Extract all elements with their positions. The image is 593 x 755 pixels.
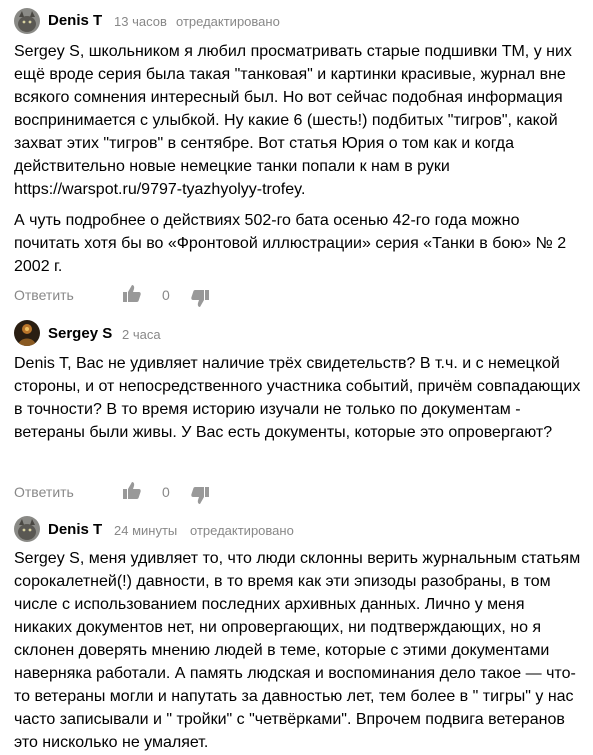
timestamp[interactable]: 2 часа xyxy=(122,327,161,342)
cat-avatar-icon xyxy=(14,516,40,542)
timestamp[interactable]: 24 минуты xyxy=(114,523,177,538)
avatar[interactable] xyxy=(14,516,40,542)
thumbs-up-icon[interactable] xyxy=(122,284,142,304)
avatar[interactable] xyxy=(14,320,40,346)
cat-avatar-icon xyxy=(14,8,40,34)
edited-label: отредактировано xyxy=(190,523,294,538)
avatar[interactable] xyxy=(14,8,40,34)
thumbs-down-icon[interactable] xyxy=(190,288,210,308)
timestamp[interactable]: 13 часов xyxy=(114,14,167,29)
edited-label: отредактировано xyxy=(176,14,280,29)
comment-paragraph: Sergey S, школьником я любил просматрива… xyxy=(14,43,572,198)
author-name[interactable]: Denis T xyxy=(48,12,102,29)
comment-actions: Ответить 0 xyxy=(14,284,234,308)
comment-paragraph: А чуть подробнее о действиях 502-го бата… xyxy=(14,212,567,275)
reply-button[interactable]: Ответить xyxy=(14,287,74,303)
comment-paragraph: Sergey S, меня удивляет то, что люди скл… xyxy=(14,550,581,751)
like-count: 0 xyxy=(162,484,170,500)
thumbs-down-icon[interactable] xyxy=(190,485,210,505)
comment-text: Denis T, Вас не удивляет наличие трёх св… xyxy=(14,352,584,444)
author-name[interactable]: Sergey S xyxy=(48,325,112,342)
dark-figure-avatar-icon xyxy=(14,320,40,346)
author-name[interactable]: Denis T xyxy=(48,521,102,538)
comment-paragraph: Denis T, Вас не удивляет наличие трёх св… xyxy=(14,355,581,441)
comment-text: Sergey S, школьником я любил просматрива… xyxy=(14,40,584,278)
comment-text: Sergey S, меня удивляет то, что люди скл… xyxy=(14,547,584,754)
like-count: 0 xyxy=(162,287,170,303)
comment-actions: Ответить 0 xyxy=(14,481,234,505)
thumbs-up-icon[interactable] xyxy=(122,481,142,501)
reply-button[interactable]: Ответить xyxy=(14,484,74,500)
